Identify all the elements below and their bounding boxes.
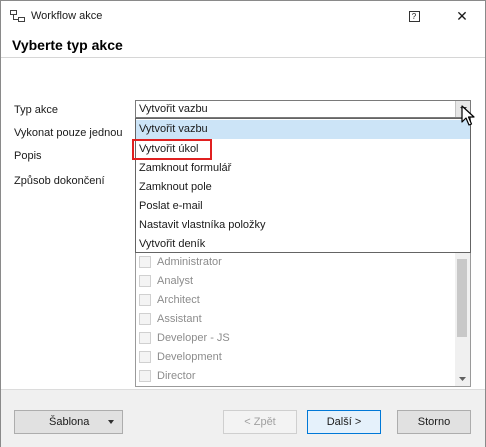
dropdown-item-vytvorit-vazbu[interactable]: Vytvořit vazbu <box>136 120 470 139</box>
list-item[interactable]: Developer - JS <box>136 329 456 348</box>
workflow-icon <box>10 10 25 22</box>
highlight-annotation <box>132 139 212 160</box>
checkbox[interactable] <box>139 332 151 344</box>
roles-listbox[interactable]: Administrator Analyst Architect Assistan… <box>135 253 471 387</box>
close-icon: ✕ <box>456 7 468 24</box>
workflow-dialog: Workflow akce ? ✕ Vyberte typ akce Typ a… <box>0 0 486 447</box>
checkbox[interactable] <box>139 256 151 268</box>
dropdown-item-nastavit-vlastnika[interactable]: Nastavit vlastníka položky <box>136 216 470 235</box>
vertical-scrollbar[interactable] <box>455 253 470 386</box>
popis-label: Popis <box>14 150 42 162</box>
dropdown-item-zamknout-formular[interactable]: Zamknout formulář <box>136 159 470 178</box>
combobox-value: Vytvořit vazbu <box>139 103 208 115</box>
checkbox[interactable] <box>139 275 151 287</box>
scrollbar-thumb[interactable] <box>457 259 467 337</box>
mouse-pointer-icon <box>461 105 475 126</box>
typ-akce-label: Typ akce <box>14 104 59 116</box>
checkbox[interactable] <box>139 313 151 325</box>
title-bar: Workflow akce ? ✕ <box>1 1 485 31</box>
back-button[interactable]: < Zpět <box>223 410 297 434</box>
vykonat-label: Vykonat pouze jednou <box>14 127 123 139</box>
checkbox[interactable] <box>139 370 151 382</box>
dropdown-item-zamknout-pole[interactable]: Zamknout pole <box>136 178 470 197</box>
list-item[interactable]: Director <box>136 367 456 386</box>
close-button[interactable]: ✕ <box>449 6 475 26</box>
list-item[interactable]: Analyst <box>136 272 456 291</box>
chevron-down-icon <box>108 420 114 424</box>
next-button[interactable]: Další > <box>307 410 381 434</box>
cancel-button[interactable]: Storno <box>397 410 471 434</box>
list-item[interactable]: Architect <box>136 291 456 310</box>
page-title: Vyberte typ akce <box>12 37 123 53</box>
zpusob-dokonceni-label: Způsob dokončení <box>14 175 105 187</box>
list-item[interactable]: Administrator <box>136 253 456 272</box>
sablona-button[interactable]: Šablona <box>14 410 123 434</box>
help-icon: ? <box>408 10 420 22</box>
dropdown-item-vytvorit-denik[interactable]: Vytvořit deník <box>136 235 470 254</box>
window-title: Workflow akce <box>31 10 103 22</box>
list-item[interactable]: Development <box>136 348 456 367</box>
scroll-down-button[interactable] <box>455 372 470 386</box>
dialog-footer: Šablona < Zpět Další > Storno <box>1 389 485 447</box>
checkbox[interactable] <box>139 294 151 306</box>
checkbox[interactable] <box>139 351 151 363</box>
chevron-down-icon <box>459 377 466 381</box>
help-button[interactable]: ? <box>403 7 425 25</box>
list-item[interactable]: Assistant <box>136 310 456 329</box>
dropdown-item-poslat-email[interactable]: Poslat e-mail <box>136 197 470 216</box>
action-type-combobox[interactable]: Vytvořit vazbu <box>135 100 471 118</box>
